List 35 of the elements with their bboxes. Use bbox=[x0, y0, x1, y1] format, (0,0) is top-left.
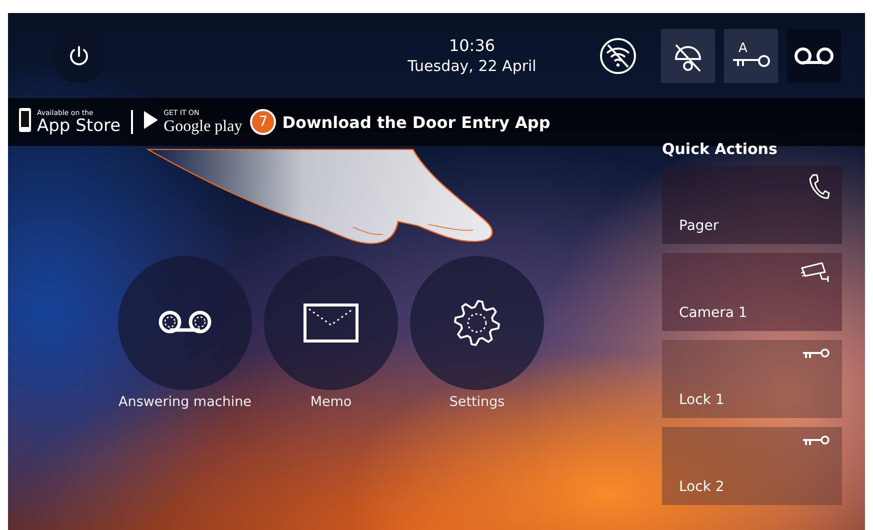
quick-action-tile[interactable]: Camera 1 bbox=[662, 253, 842, 331]
envelope-icon bbox=[303, 303, 359, 343]
wifi-off-icon bbox=[598, 36, 638, 76]
phone-icon bbox=[18, 107, 32, 133]
store-name: Google play bbox=[164, 116, 242, 136]
key-icon bbox=[731, 55, 771, 69]
quick-action-tile[interactable]: Lock 1 bbox=[662, 340, 842, 418]
action-label: Answering machine bbox=[118, 394, 252, 410]
gear-icon bbox=[453, 299, 501, 347]
power-icon bbox=[68, 44, 90, 66]
auto-open-button[interactable]: A bbox=[724, 28, 778, 82]
tape-icon bbox=[158, 310, 212, 336]
tape-icon bbox=[794, 46, 834, 66]
action-label: Settings bbox=[449, 394, 505, 410]
tile-label: Camera 1 bbox=[679, 305, 748, 322]
alarm-off-button[interactable] bbox=[661, 28, 715, 82]
clock-date: Tuesday, 22 April bbox=[408, 56, 536, 76]
banner-message: Download the Door Entry App bbox=[282, 112, 550, 132]
step-badge: 7 bbox=[250, 109, 276, 135]
camera-icon bbox=[800, 261, 830, 283]
clock-time: 10:36 bbox=[448, 36, 496, 56]
action-label: Memo bbox=[310, 394, 352, 410]
play-icon bbox=[142, 110, 159, 130]
tile-label: Lock 2 bbox=[679, 479, 726, 496]
section-title: Quick Actions bbox=[662, 140, 778, 158]
tile-label: Pager bbox=[679, 218, 720, 235]
answering-machine-button[interactable] bbox=[787, 28, 841, 82]
tile-label: Lock 1 bbox=[679, 392, 726, 409]
key-letter: A bbox=[738, 42, 748, 55]
store-name: App Store bbox=[37, 116, 121, 136]
quick-action-tile[interactable]: Lock 2 bbox=[662, 427, 842, 505]
key-icon bbox=[802, 348, 830, 360]
key-icon bbox=[802, 435, 830, 447]
quick-action-tile[interactable]: Pager bbox=[662, 166, 842, 244]
phone-handset-icon bbox=[808, 174, 830, 200]
